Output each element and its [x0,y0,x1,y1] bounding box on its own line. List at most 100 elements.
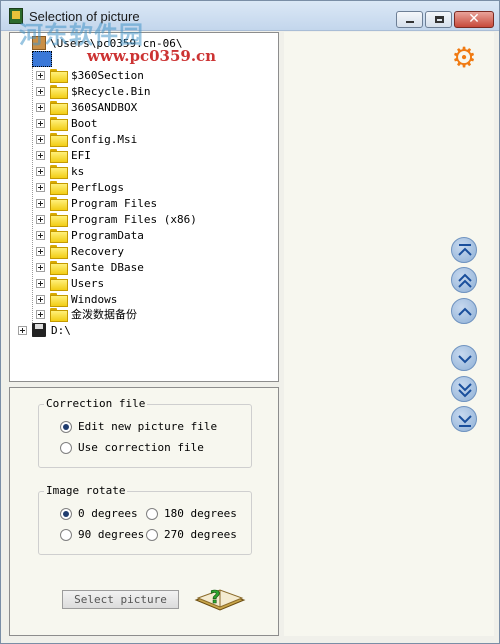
tree-item-label: Recovery [71,244,124,258]
close-icon: ✕ [468,11,480,27]
expand-icon[interactable] [36,294,45,304]
radio-rotate-180[interactable]: 180 degrees [146,507,237,520]
tree-item-label: $360Section [71,68,144,82]
tree-item[interactable]: 金泼数据备份 [36,306,137,322]
tree-item[interactable]: EFI [36,147,91,163]
up-button[interactable] [451,298,477,324]
tree-item[interactable]: Sante DBase [36,259,144,275]
radio-button-checked[interactable] [60,420,72,433]
radio-button[interactable] [60,441,72,454]
double-down-icon [458,383,472,398]
expand-icon[interactable] [36,150,45,160]
folder-icon [50,213,68,227]
expand-icon[interactable] [36,262,45,272]
radio-label: Edit new picture file [78,420,218,433]
expand-icon[interactable] [36,182,45,192]
folder-icon [50,293,68,307]
svg-text:?: ? [210,587,220,608]
down-button[interactable] [451,345,477,371]
expand-icon[interactable] [36,309,45,319]
expand-icon[interactable] [36,166,45,176]
folder-icon [50,181,68,195]
folder-icon [50,308,68,322]
folder-icon [50,85,68,99]
window-title: Selection of picture [29,9,140,24]
expand-icon[interactable] [36,118,45,128]
tree-item[interactable]: Users [36,275,104,291]
tree-item-label: Program Files (x86) [71,212,197,226]
expand-icon[interactable] [36,246,45,256]
tree-item-label: EFI [71,148,91,162]
expand-icon[interactable] [36,278,45,288]
radio-label: 270 degrees [164,528,237,541]
radio-edit-new-picture[interactable]: Edit new picture file [60,420,217,433]
tree-item-label: Boot [71,116,98,130]
expand-icon[interactable] [36,134,45,144]
expand-icon[interactable] [18,325,27,335]
folder-icon [50,277,68,291]
tree-drive-d[interactable]: D:\ [18,322,71,338]
maximize-icon [435,16,444,23]
expand-icon[interactable] [36,214,45,224]
tree-item-label: Users [71,276,105,290]
tree-item[interactable]: Config.Msi [36,131,137,147]
tree-item[interactable]: ks [36,163,84,179]
tree-item[interactable]: $360Section [36,67,144,83]
radio-label: 180 degrees [164,507,237,520]
tree-item[interactable]: Program Files [36,195,157,211]
radio-button-checked[interactable] [60,507,72,520]
radio-use-correction-file[interactable]: Use correction file [60,441,204,454]
gear-icon[interactable]: ⚙ [449,43,479,73]
expand-icon[interactable] [36,198,45,208]
expand-icon[interactable] [36,86,45,96]
tree-root-path[interactable]: \Users\pc0359.cn-06\ [32,35,182,51]
expand-icon[interactable] [36,230,45,240]
folder-icon [50,261,68,275]
tree-item[interactable]: Windows [36,291,117,307]
maximize-button[interactable] [425,11,452,28]
folder-icon [50,101,68,115]
close-button[interactable]: ✕ [454,11,494,28]
tree-item[interactable]: Program Files (x86) [36,211,197,227]
tree-item[interactable]: Recovery [36,243,124,259]
tree-item-label: 360SANDBOX [71,100,138,114]
book-help-icon[interactable]: ? [194,582,246,612]
tree-item[interactable]: $Recycle.Bin [36,83,150,99]
tree-item[interactable]: Boot [36,115,98,131]
tree-item-label: $Recycle.Bin [71,84,151,98]
image-rotate-group: Image rotate 0 degrees 180 degrees 90 de… [38,484,252,555]
folder-icon [50,197,68,211]
radio-rotate-90[interactable]: 90 degrees [60,528,144,541]
app-icon [9,8,23,24]
select-picture-button[interactable]: Select picture [62,590,179,609]
folder-icon [50,229,68,243]
minimize-button[interactable] [396,11,423,28]
page-up-fast-button[interactable] [451,267,477,293]
tree-connector-line [32,67,33,337]
radio-button[interactable] [146,507,158,520]
radio-button[interactable] [146,528,158,541]
radio-rotate-0[interactable]: 0 degrees [60,507,138,520]
expand-icon[interactable] [36,70,45,80]
last-page-icon [458,415,472,427]
minimize-icon [406,21,414,23]
tree-root-label: \Users\pc0359.cn-06\ [50,36,183,50]
tree-selected-node[interactable] [32,51,56,67]
folder-tree[interactable]: \Users\pc0359.cn-06\ $360Section $Recycl… [9,32,279,382]
tree-item-label: PerfLogs [71,180,124,194]
last-page-button[interactable] [451,406,477,432]
tree-item[interactable]: ProgramData [36,227,144,243]
double-up-icon [458,273,472,288]
radio-button[interactable] [60,528,72,541]
drive-d-label: D:\ [51,323,71,337]
tree-item[interactable]: PerfLogs [36,179,124,195]
image-rotate-title: Image rotate [44,484,128,497]
first-page-icon [458,244,472,256]
expand-icon[interactable] [36,102,45,112]
correction-file-title: Correction file [44,397,148,410]
first-page-button[interactable] [451,237,477,263]
page-down-fast-button[interactable] [451,376,477,402]
radio-rotate-270[interactable]: 270 degrees [146,528,237,541]
tree-item[interactable]: 360SANDBOX [36,99,137,115]
tree-item-label: 金泼数据备份 [71,308,137,321]
